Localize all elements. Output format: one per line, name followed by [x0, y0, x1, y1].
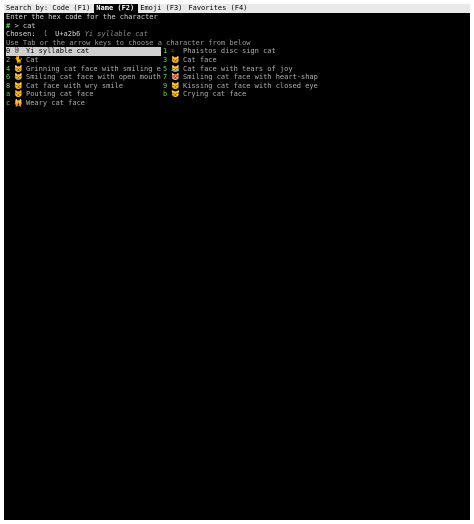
result-glyph: 😾: [14, 90, 23, 99]
result-key: 3: [163, 55, 168, 64]
result-name: Phaistos disc sign cat: [183, 47, 276, 56]
prompt-hash-icon: #: [6, 21, 11, 30]
navigation-hint: Use Tab or the arrow keys to choose a ch…: [6, 38, 251, 47]
result-name: Cat: [26, 55, 39, 64]
result-name: Smiling cat face with open mouth: [26, 73, 161, 82]
result-key: c: [6, 98, 11, 107]
result-key: 8: [6, 81, 11, 90]
result-glyph: 😽: [171, 81, 180, 90]
result-item[interactable]: 3 🐱 Cat face: [163, 56, 318, 65]
result-name: Cat face with wry smile: [26, 81, 123, 90]
result-item[interactable]: a 😾 Pouting cat face: [6, 90, 161, 99]
chosen-code: U+a2b6: [55, 30, 81, 39]
search-input-line[interactable]: # > cat: [4, 22, 470, 31]
result-glyph: 🙀: [14, 98, 23, 107]
tab-search-by-emoji[interactable]: Emoji (F3): [138, 4, 186, 13]
result-key: 9: [163, 81, 168, 90]
result-name: Crying cat face: [183, 90, 247, 99]
result-name: Weary cat face: [26, 98, 86, 107]
result-key: 6: [6, 73, 11, 82]
instruction-text: Enter the hex code for the character: [6, 13, 158, 21]
result-item[interactable]: c 🙀 Weary cat face: [6, 99, 161, 108]
result-name: Yi syllable cat: [26, 47, 90, 56]
result-glyph: 😿: [171, 90, 180, 99]
result-item[interactable]: b 😿 Crying cat face: [163, 90, 318, 99]
result-glyph: 🐈: [14, 55, 23, 64]
result-item[interactable]: 5 😹 Cat face with tears of joy: [163, 65, 318, 74]
result-key: 2: [6, 55, 11, 64]
tab-search-by-name[interactable]: Name (F2): [94, 4, 139, 13]
results-grid: 0 ꊶ Yi syllable cat 1 𐇬 Phaistos disc sign c…: [4, 47, 470, 107]
result-name: Cat face: [183, 55, 217, 64]
prompt-arrow-icon: >: [14, 21, 19, 30]
result-key: 5: [163, 64, 168, 73]
result-name: Smiling cat face with heart-shap…: [183, 73, 318, 82]
chosen-name: Yi syllable cat: [84, 30, 148, 39]
result-name: Kissing cat face with closed eyes: [183, 81, 318, 90]
result-glyph: 😹: [171, 64, 180, 73]
result-glyph: 🐱: [171, 55, 180, 64]
chosen-line: Chosen: ꪶ U+a2b6 Yi syllable cat: [4, 30, 470, 39]
result-item[interactable]: 0 ꊶ Yi syllable cat: [6, 47, 161, 56]
result-glyph: ꊶ: [14, 47, 20, 56]
result-glyph: 𐇬: [171, 47, 175, 56]
result-key: 1: [163, 47, 168, 56]
search-input[interactable]: cat: [23, 22, 36, 30]
result-name: Pouting cat face: [26, 90, 94, 99]
result-item[interactable]: 9 😽 Kissing cat face with closed eyes: [163, 82, 318, 91]
result-key: 7: [163, 73, 168, 82]
result-glyph: 😸: [14, 73, 23, 82]
terminal-window: Search by: Code (F1) Name (F2) Emoji (F3…: [4, 4, 470, 520]
chosen-glyph: ꪶ: [43, 30, 47, 39]
tab-search-by-code[interactable]: Search by: Code (F1): [4, 4, 94, 13]
result-name: Grinning cat face with smiling e…: [26, 64, 161, 73]
result-item[interactable]: 6 😸 Smiling cat face with open mouth: [6, 73, 161, 82]
result-glyph: 😺: [14, 64, 23, 73]
result-item[interactable]: 7 😻 Smiling cat face with heart-shap…: [163, 73, 318, 82]
search-mode-tabbar: Search by: Code (F1) Name (F2) Emoji (F3…: [4, 4, 470, 13]
chosen-label: Chosen:: [6, 30, 36, 39]
result-item[interactable]: 1 𐇬 Phaistos disc sign cat: [163, 47, 318, 56]
result-glyph: 😼: [14, 81, 23, 90]
result-name: Cat face with tears of joy: [183, 64, 293, 73]
result-key: 0: [6, 47, 11, 56]
result-glyph: 😻: [171, 73, 180, 82]
tab-favorites[interactable]: Favorites (F4): [186, 4, 251, 13]
result-key: b: [163, 90, 168, 99]
result-item[interactable]: 4 😺 Grinning cat face with smiling e…: [6, 65, 161, 74]
result-key: a: [6, 90, 11, 99]
result-item[interactable]: 8 😼 Cat face with wry smile: [6, 82, 161, 91]
result-item[interactable]: 2 🐈 Cat: [6, 56, 161, 65]
result-key: 4: [6, 64, 11, 73]
